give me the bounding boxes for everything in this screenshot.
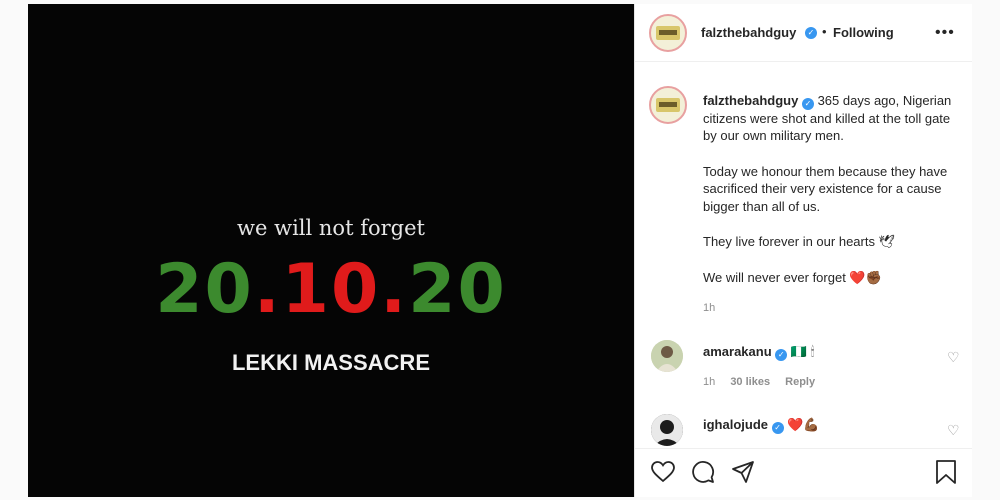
comment-avatar[interactable] [651,414,683,446]
comment-time: 1h [703,376,716,388]
caption-para-3: They live forever in our hearts 🕊 [703,234,896,249]
caption-username[interactable]: falzthebahdguy [703,93,798,108]
post-image[interactable]: we will not forget 20.10.20 LEKKI MASSAC… [28,4,634,497]
post-header: falzthebahdguy ✓ • Following ••• [635,4,972,62]
caption-para-4: We will never ever forget ❤️✊🏾 [703,269,882,285]
post-side-panel: falzthebahdguy ✓ • Following ••• falzthe… [634,4,972,497]
comment-meta: 1h 30 likes Reply [703,376,827,388]
caption-para-2: Today we honour them because they have s… [703,163,948,214]
comment-verified-icon: ✓ [771,422,784,434]
header-separator: • [822,24,827,39]
comment-text: amarakanu ✓ 🇳🇬 🕯 [703,344,815,361]
comment-username[interactable]: ighalojude [703,417,768,432]
avatar-photo-icon [651,340,683,372]
caption: falzthebahdguy ✓ 365 days ago, Nigerian … [703,92,965,286]
comment-body: ❤️💪🏾 [783,417,820,432]
comment-bubble-icon[interactable] [691,460,715,484]
comment-like-icon[interactable]: ♡ [947,422,960,439]
following-button[interactable]: Following [833,25,894,40]
comment-body: 🇳🇬 🕯 [787,344,815,359]
action-bar [635,448,972,497]
comment-like-icon[interactable]: ♡ [947,349,960,366]
comment-username[interactable]: amarakanu [703,344,772,359]
caption-author-avatar[interactable] [649,86,687,124]
caption-timestamp: 1h [703,302,716,314]
post-date: 20.10.20 [28,256,634,324]
like-heart-icon[interactable] [651,461,675,483]
date-day: 20 [155,250,254,329]
header-username[interactable]: falzthebahdguy [701,25,796,40]
avatar-photo-icon [651,414,683,446]
more-options-icon[interactable]: ••• [935,24,955,42]
comment-verified-icon: ✓ [775,349,788,361]
comment-avatar[interactable] [651,340,683,372]
date-year: 20 [408,250,507,329]
comment-likes[interactable]: 30 likes [730,376,770,388]
author-avatar[interactable] [649,14,687,52]
caption-first-para: falzthebahdguy ✓ 365 days ago, Nigerian … [703,92,965,145]
verified-badge-icon: ✓ [805,27,817,39]
caption-verified-icon: ✓ [801,98,814,110]
bookmark-save-icon[interactable] [935,459,957,485]
share-send-icon[interactable] [731,460,755,484]
post-subtitle: LEKKI MASSACRE [231,350,430,375]
post-tagline: we will not forget [237,216,425,240]
date-month: .10. [253,250,409,329]
comment-reply-button[interactable]: Reply [785,376,815,388]
comment-text: ighalojude ✓ ❤️💪🏾 [703,417,820,434]
